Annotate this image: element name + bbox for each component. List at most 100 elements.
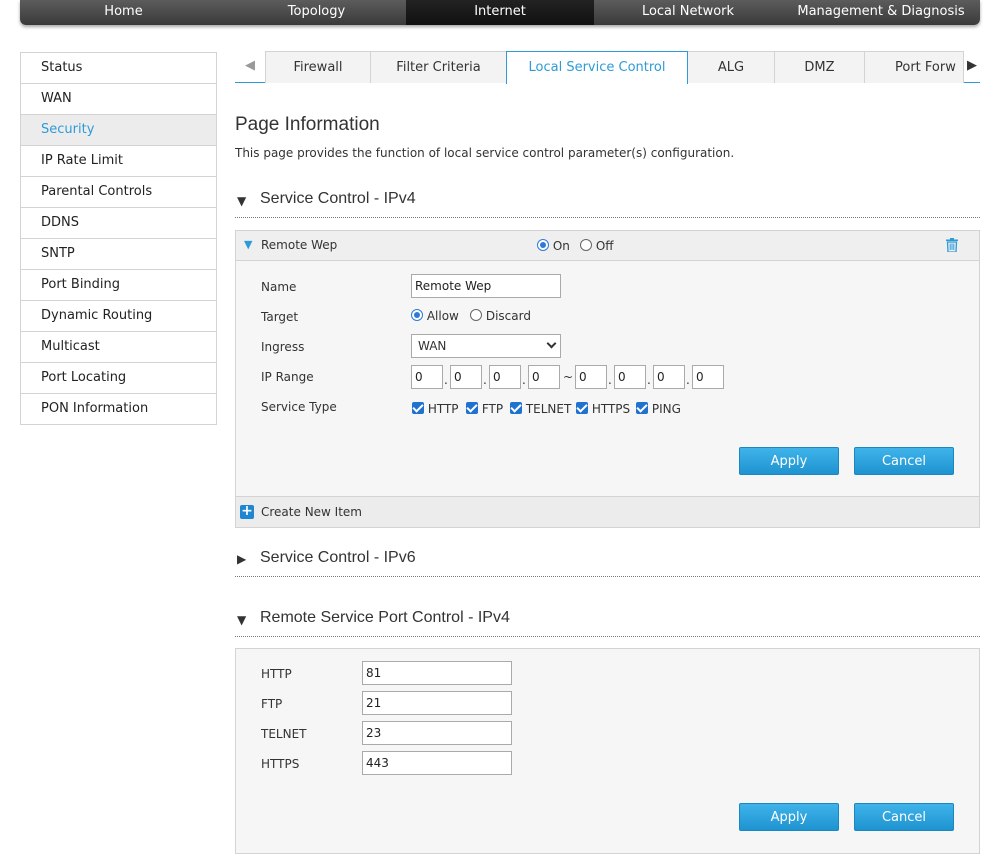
radio-allow[interactable] (411, 309, 423, 321)
topnav-tab-internet[interactable]: Internet (406, 0, 594, 25)
entry-name: Remote Wep (261, 238, 338, 252)
trash-icon[interactable] (946, 238, 958, 252)
port-label-https: HTTPS (261, 757, 300, 771)
port-input-ftp[interactable]: 21 (362, 691, 512, 715)
service-http-checkbox[interactable]: HTTP (412, 402, 459, 416)
ip-range-label: IP Range (261, 370, 314, 384)
ip-end-octet-4[interactable]: 0 (692, 365, 724, 389)
checkbox-checked[interactable] (466, 402, 478, 414)
checkbox-checked[interactable] (510, 402, 522, 414)
tab-firewall[interactable]: Firewall (265, 51, 371, 83)
cancel-button[interactable]: Cancel (854, 447, 954, 475)
sub-tab-bar: ◀ Firewall Filter Criteria Local Service… (235, 51, 980, 84)
page-description: This page provides the function of local… (235, 146, 735, 160)
service-telnet-checkbox[interactable]: TELNET (510, 402, 571, 416)
sidebar-item-ip-rate-limit[interactable]: IP Rate Limit (21, 146, 216, 177)
page-title: Page Information (235, 114, 380, 135)
section-header-ipv6[interactable]: ▶ Service Control - IPv6 (235, 547, 980, 577)
collapsed-triangle-icon: ▶ (237, 552, 247, 566)
apply-button[interactable]: Apply (739, 447, 839, 475)
expanded-triangle-icon: ▼ (237, 613, 247, 627)
service-label: TELNET (525, 402, 572, 416)
octet-separator: . (444, 373, 448, 387)
name-label: Name (261, 280, 297, 294)
port-label-ftp: FTP (261, 697, 283, 711)
entry-header: ▼ Remote Wep On Off (236, 231, 979, 261)
tab-alg[interactable]: ALG (687, 51, 775, 83)
target-discard-option[interactable]: Discard (470, 309, 531, 323)
topnav-tab-home[interactable]: Home (20, 0, 227, 25)
ip-start-octet-2[interactable]: 0 (450, 365, 482, 389)
service-ping-checkbox[interactable]: PING (636, 402, 681, 416)
tab-port-forwarding[interactable]: Port Forw (864, 51, 964, 83)
ingress-select[interactable]: WAN (411, 334, 561, 358)
octet-separator: . (483, 373, 487, 387)
sidebar-item-port-locating[interactable]: Port Locating (21, 363, 216, 394)
range-separator: ~ (563, 370, 574, 384)
service-ftp-checkbox[interactable]: FTP (466, 402, 503, 416)
ip-start-octet-3[interactable]: 0 (489, 365, 521, 389)
tab-dmz[interactable]: DMZ (774, 51, 865, 83)
sidebar-item-parental-controls[interactable]: Parental Controls (21, 177, 216, 208)
state-off-option[interactable]: Off (580, 239, 614, 253)
state-on-option[interactable]: On (537, 239, 570, 253)
service-label: HTTPS (591, 402, 631, 416)
octet-separator: . (522, 373, 526, 387)
service-label: FTP (481, 402, 504, 416)
sidebar-item-ddns[interactable]: DDNS (21, 208, 216, 239)
sidebar-item-port-binding[interactable]: Port Binding (21, 270, 216, 301)
octet-separator: . (608, 373, 612, 387)
target-allow-label: Allow (426, 309, 459, 323)
radio-off[interactable] (580, 239, 592, 251)
sidebar-item-pon-information[interactable]: PON Information (21, 394, 216, 425)
sidebar-item-dynamic-routing[interactable]: Dynamic Routing (21, 301, 216, 332)
port-input-https[interactable]: 443 (362, 751, 512, 775)
target-allow-option[interactable]: Allow (411, 309, 459, 323)
topnav-tab-topology[interactable]: Topology (227, 0, 406, 25)
ip-start-octet-4[interactable]: 0 (528, 365, 560, 389)
scroll-left-icon[interactable]: ◀ (235, 51, 265, 82)
service-control-panel: ▼ Remote Wep On Off Name Remote Wep Targ… (235, 230, 980, 528)
target-discard-label: Discard (485, 309, 531, 323)
ip-end-octet-1[interactable]: 0 (575, 365, 607, 389)
name-input[interactable]: Remote Wep (411, 274, 561, 298)
section-title: Service Control - IPv4 (260, 190, 416, 207)
chevron-down-icon (546, 338, 557, 349)
port-input-telnet[interactable]: 23 (362, 721, 512, 745)
ip-end-octet-3[interactable]: 0 (653, 365, 685, 389)
section-header-ipv4[interactable]: ▼ Service Control - IPv4 (235, 188, 980, 218)
checkbox-checked[interactable] (412, 402, 424, 414)
create-new-item-row[interactable]: + Create New Item (236, 496, 979, 527)
topnav-tab-management-diagnosis[interactable]: Management & Diagnosis (782, 0, 980, 25)
octet-separator: . (686, 373, 690, 387)
section-title: Service Control - IPv6 (260, 549, 416, 566)
checkbox-checked[interactable] (576, 402, 588, 414)
sidebar-item-wan[interactable]: WAN (21, 84, 216, 115)
apply-button[interactable]: Apply (739, 803, 839, 831)
topnav-tab-local-network[interactable]: Local Network (594, 0, 782, 25)
radio-discard[interactable] (470, 309, 482, 321)
tab-local-service-control[interactable]: Local Service Control (506, 51, 688, 84)
sidebar-item-security[interactable]: Security (21, 115, 216, 146)
port-label-http: HTTP (261, 667, 292, 681)
service-https-checkbox[interactable]: HTTPS (576, 402, 630, 416)
scroll-right-icon[interactable]: ▶ (964, 51, 980, 82)
sidebar-item-status[interactable]: Status (21, 53, 216, 84)
section-header-remote-port[interactable]: ▼ Remote Service Port Control - IPv4 (235, 607, 980, 637)
sidebar: Status WAN Security IP Rate Limit Parent… (20, 52, 217, 425)
create-new-item-label: Create New Item (261, 505, 362, 519)
port-input-http[interactable]: 81 (362, 661, 512, 685)
top-navigation: Home Topology Internet Local Network Man… (20, 0, 980, 25)
radio-on[interactable] (537, 239, 549, 251)
sidebar-item-multicast[interactable]: Multicast (21, 332, 216, 363)
plus-icon[interactable]: + (240, 504, 254, 519)
checkbox-checked[interactable] (636, 402, 648, 414)
expanded-triangle-icon[interactable]: ▼ (244, 238, 252, 251)
sidebar-item-sntp[interactable]: SNTP (21, 239, 216, 270)
cancel-button[interactable]: Cancel (854, 803, 954, 831)
tab-filter-criteria[interactable]: Filter Criteria (370, 51, 507, 83)
ip-end-octet-2[interactable]: 0 (614, 365, 646, 389)
service-type-label: Service Type (261, 400, 337, 414)
state-on-label: On (552, 239, 570, 253)
ip-start-octet-1[interactable]: 0 (411, 365, 443, 389)
